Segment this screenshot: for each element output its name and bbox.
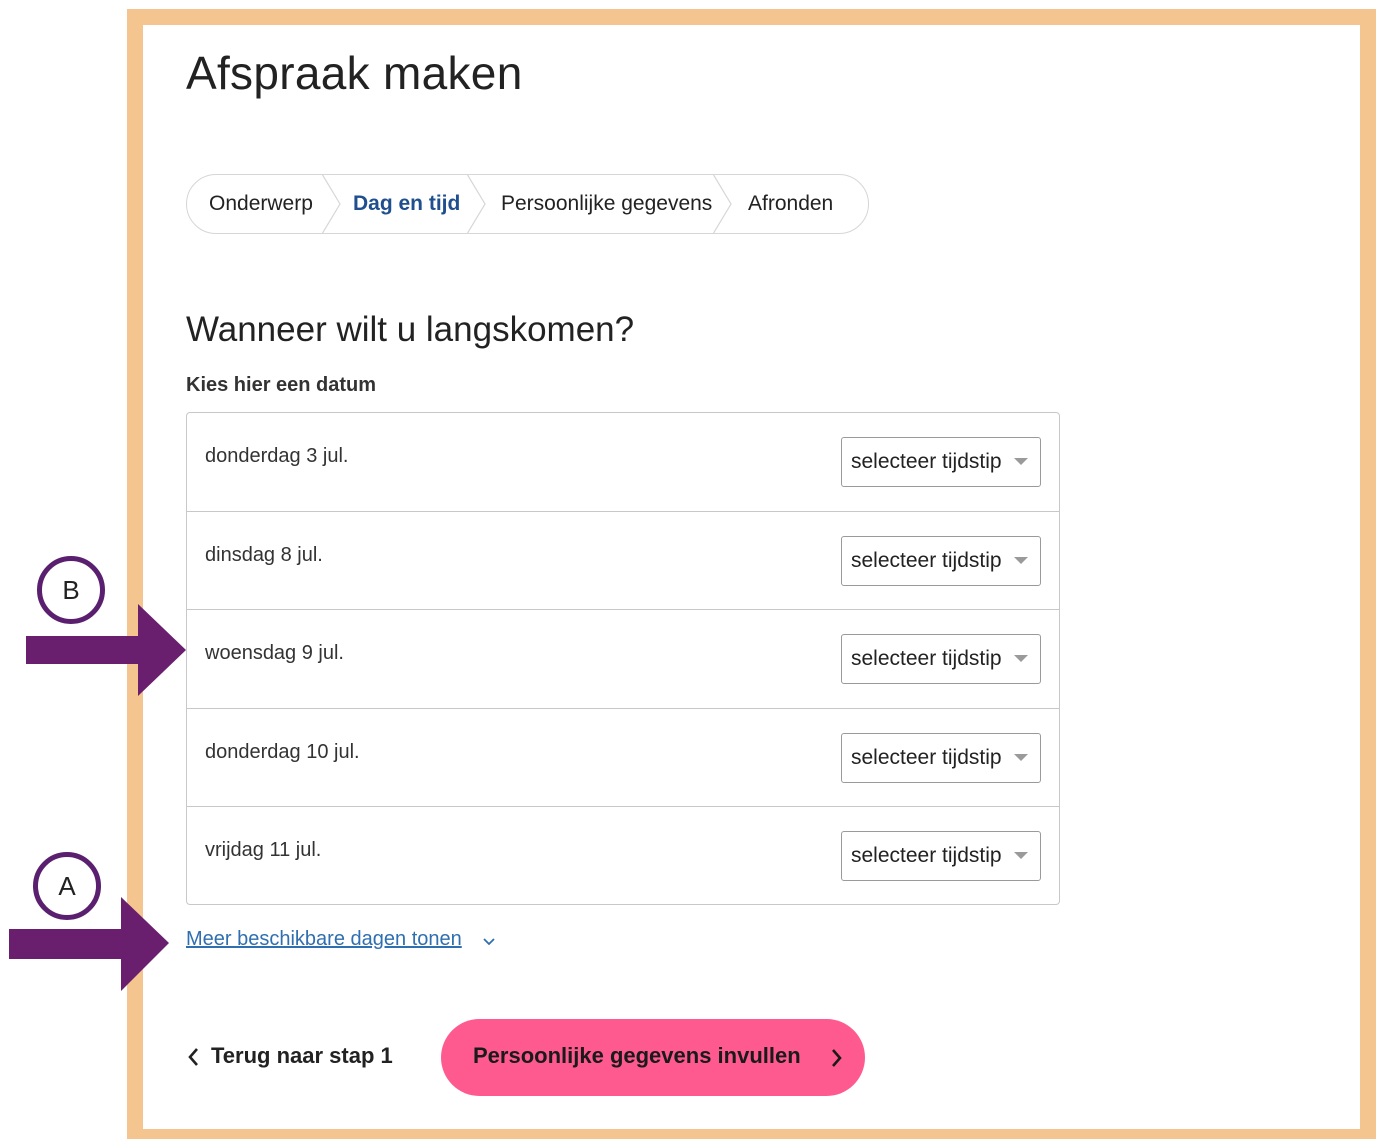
step-dag-en-tijd[interactable]: Dag en tijd	[353, 175, 460, 233]
time-select[interactable]: selecteer tijdstip	[841, 437, 1041, 487]
next-step-label: Persoonlijke gegevens invullen	[473, 1043, 801, 1068]
step-onderwerp[interactable]: Onderwerp	[209, 175, 313, 233]
chevron-left-icon[interactable]	[186, 1046, 202, 1068]
progress-stepper: Onderwerp Dag en tijd Persoonlijke gegev…	[186, 174, 869, 234]
date-text: dinsdag 8 jul.	[205, 544, 323, 566]
date-row: woensdag 9 jul. selecteer tijdstip	[187, 609, 1059, 707]
annotation-badge-a: A	[33, 852, 101, 920]
date-text: donderdag 10 jul.	[205, 741, 360, 763]
time-select[interactable]: selecteer tijdstip	[841, 831, 1041, 881]
more-days-link[interactable]: Meer beschikbare dagen tonen	[186, 928, 462, 951]
annotation-arrow-b	[26, 604, 186, 696]
chevron-down-icon[interactable]	[482, 935, 496, 949]
date-row: dinsdag 8 jul. selecteer tijdstip	[187, 511, 1059, 609]
caret-down-icon	[1014, 557, 1028, 564]
caret-down-icon	[1014, 852, 1028, 859]
time-select-value: selecteer tijdstip	[851, 746, 1002, 769]
next-step-button[interactable]: Persoonlijke gegevens invullen	[441, 1019, 865, 1096]
date-text: vrijdag 11 jul.	[205, 839, 322, 861]
caret-down-icon	[1014, 655, 1028, 662]
back-link[interactable]: Terug naar stap 1	[211, 1043, 393, 1069]
time-select[interactable]: selecteer tijdstip	[841, 634, 1041, 684]
date-field-label: Kies hier een datum	[186, 374, 377, 396]
time-select-value: selecteer tijdstip	[851, 844, 1002, 867]
date-row: donderdag 3 jul. selecteer tijdstip	[187, 413, 1059, 511]
time-select[interactable]: selecteer tijdstip	[841, 733, 1041, 783]
time-select[interactable]: selecteer tijdstip	[841, 536, 1041, 586]
date-list: donderdag 3 jul. selecteer tijdstip dins…	[186, 412, 1060, 905]
section-heading: Wanneer wilt u langskomen?	[186, 310, 635, 349]
caret-down-icon	[1014, 458, 1028, 465]
time-select-value: selecteer tijdstip	[851, 549, 1002, 572]
caret-down-icon	[1014, 754, 1028, 761]
date-text: donderdag 3 jul.	[205, 445, 349, 467]
step-afronden[interactable]: Afronden	[748, 175, 833, 233]
page-title: Afspraak maken	[186, 47, 523, 99]
chevron-right-icon	[832, 1049, 842, 1067]
step-separator-icon	[466, 175, 486, 233]
date-row: donderdag 10 jul. selecteer tijdstip	[187, 708, 1059, 806]
step-separator-icon	[321, 175, 341, 233]
step-separator-icon	[712, 175, 732, 233]
time-select-value: selecteer tijdstip	[851, 450, 1002, 473]
date-text: woensdag 9 jul.	[205, 642, 344, 664]
annotation-badge-b: B	[37, 556, 105, 624]
annotation-arrow-a	[9, 897, 169, 991]
date-row: vrijdag 11 jul. selecteer tijdstip	[187, 806, 1059, 904]
time-select-value: selecteer tijdstip	[851, 647, 1002, 670]
step-persoonlijke-gegevens[interactable]: Persoonlijke gegevens	[501, 175, 712, 233]
